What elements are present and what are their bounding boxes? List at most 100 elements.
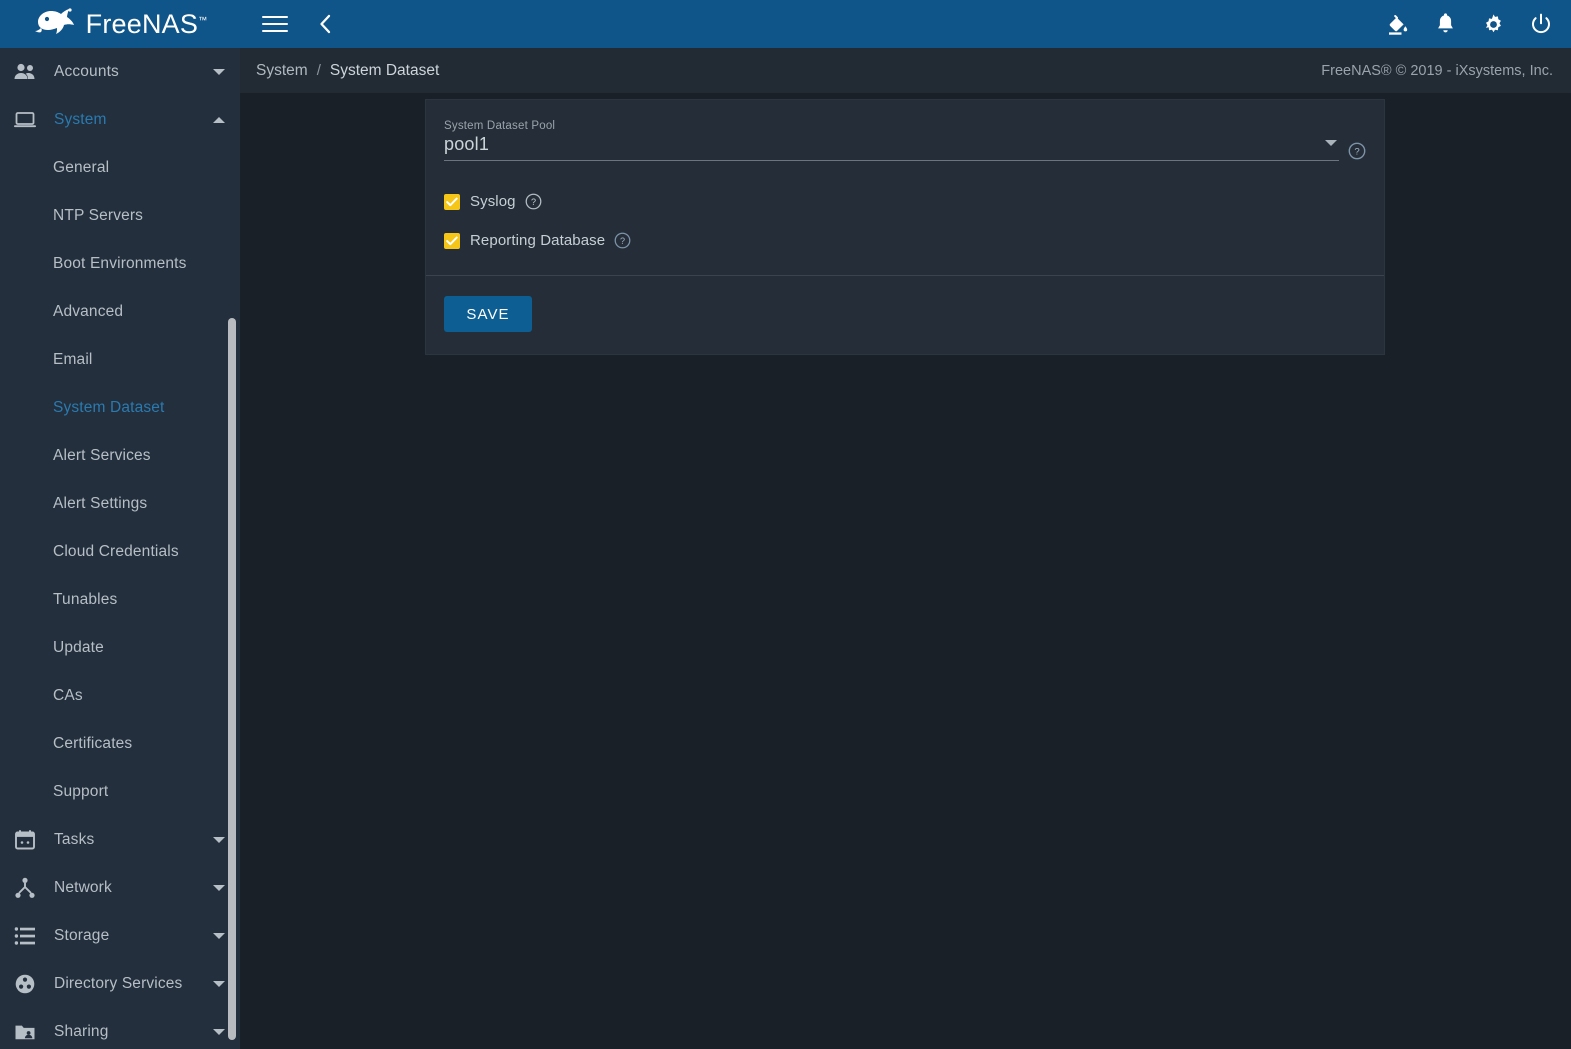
sidebar-group-sharing[interactable]: Sharing — [0, 1008, 240, 1049]
sidebar-logo-bar: FreeNAS™ — [0, 0, 240, 48]
tasks-calendar-icon — [12, 828, 38, 852]
sidebar-item-label: Certificates — [53, 735, 133, 752]
power-icon[interactable] — [1529, 12, 1553, 36]
form-fields: System Dataset Pool pool1 ? Syslog ? Rep… — [426, 100, 1384, 275]
syslog-checkbox-row: Syslog ? — [444, 193, 1366, 210]
sidebar-item-cloud-credentials[interactable]: Cloud Credentials — [0, 528, 240, 576]
reporting-database-checkbox-label: Reporting Database — [470, 232, 606, 249]
top-toolbar — [240, 0, 1571, 48]
svg-text:?: ? — [531, 197, 536, 207]
sidebar-item-tunables[interactable]: Tunables — [0, 576, 240, 624]
brand-name: FreeNAS™ — [85, 8, 208, 39]
help-circle-icon[interactable]: ? — [525, 193, 542, 210]
sidebar-item-ntp-servers[interactable]: NTP Servers — [0, 192, 240, 240]
sidebar-item-label: System Dataset — [53, 399, 165, 416]
sidebar-item-system-dataset[interactable]: System Dataset — [0, 384, 240, 432]
save-button[interactable]: SAVE — [444, 296, 532, 332]
sidebar-item-alert-services[interactable]: Alert Services — [0, 432, 240, 480]
sidebar-group-label: System — [54, 111, 107, 128]
theme-paint-icon[interactable] — [1385, 12, 1409, 36]
pool-field-label: System Dataset Pool — [444, 120, 556, 132]
sidebar-scrollbar[interactable] — [228, 318, 236, 1040]
sidebar-nav: Accounts System General NTP Servers Boot… — [0, 48, 240, 1049]
sidebar-group-label: Storage — [54, 927, 110, 944]
breadcrumb-bar: System / System Dataset FreeNAS® © 2019 … — [240, 48, 1571, 94]
sidebar-group-label: Directory Services — [54, 975, 183, 992]
breadcrumb-separator: / — [316, 62, 321, 79]
sidebar-item-label: Alert Services — [53, 447, 151, 464]
svg-text:?: ? — [620, 236, 625, 246]
svg-text:?: ? — [1354, 147, 1359, 158]
sidebar-group-system[interactable]: System — [0, 96, 240, 144]
chevron-up-icon[interactable] — [212, 113, 226, 127]
reporting-database-checkbox-row: Reporting Database ? — [444, 232, 1366, 249]
storage-list-icon — [12, 924, 38, 948]
sidebar-group-label: Accounts — [54, 63, 119, 80]
freenas-app-window: FreeNAS™ Accounts System General NTP Ser… — [0, 0, 1571, 1049]
notifications-bell-icon[interactable] — [1433, 12, 1457, 36]
main-area: System / System Dataset FreeNAS® © 2019 … — [240, 0, 1571, 1049]
sidebar-item-certificates[interactable]: Certificates — [0, 720, 240, 768]
brand-logo[interactable]: FreeNAS™ — [33, 6, 208, 43]
help-circle-icon[interactable]: ? — [614, 232, 631, 249]
freenas-fish-logo — [33, 6, 79, 43]
sidebar-item-general[interactable]: General — [0, 144, 240, 192]
pool-select-value: pool1 — [444, 134, 490, 154]
sidebar-group-storage[interactable]: Storage — [0, 912, 240, 960]
sidebar-item-label: General — [53, 159, 110, 176]
chevron-down-icon[interactable] — [212, 929, 226, 943]
sidebar-item-support[interactable]: Support — [0, 768, 240, 816]
sidebar-item-advanced[interactable]: Advanced — [0, 288, 240, 336]
directory-services-disc-icon — [12, 972, 38, 996]
sidebar-group-tasks[interactable]: Tasks — [0, 816, 240, 864]
copyright-text: FreeNAS® © 2019 - iXsystems, Inc. — [1321, 62, 1553, 79]
sharing-folder-icon — [12, 1020, 38, 1044]
sidebar-item-label: Email — [53, 351, 93, 368]
chevron-down-icon[interactable] — [212, 977, 226, 991]
accounts-people-icon — [12, 60, 38, 84]
chevron-left-icon[interactable] — [314, 13, 336, 35]
sidebar-group-label: Network — [54, 879, 112, 896]
sidebar-item-label: CAs — [53, 687, 83, 704]
chevron-down-icon[interactable] — [212, 65, 226, 79]
system-laptop-icon — [12, 108, 38, 132]
sidebar-group-label: Sharing — [54, 1023, 109, 1040]
sidebar-item-label: Advanced — [53, 303, 124, 320]
hamburger-menu-icon[interactable] — [262, 11, 288, 37]
sidebar-item-email[interactable]: Email — [0, 336, 240, 384]
reporting-database-checkbox[interactable] — [444, 232, 460, 249]
sidebar-item-label: NTP Servers — [53, 207, 144, 224]
sidebar-item-cas[interactable]: CAs — [0, 672, 240, 720]
chevron-down-icon[interactable] — [212, 881, 226, 895]
chevron-down-icon[interactable] — [212, 833, 226, 847]
sidebar-item-label: Boot Environments — [53, 255, 187, 272]
sidebar-item-label: Support — [53, 783, 109, 800]
top-toolbar-icons — [1385, 12, 1553, 36]
pool-select[interactable]: pool1 — [444, 134, 1339, 161]
sidebar-group-network[interactable]: Network — [0, 864, 240, 912]
settings-gear-icon[interactable] — [1481, 12, 1505, 36]
network-share-icon — [12, 876, 38, 900]
syslog-checkbox-label: Syslog — [470, 193, 516, 210]
sidebar-group-label: Tasks — [54, 831, 95, 848]
page-content: System Dataset Pool pool1 ? Syslog ? Rep… — [240, 94, 1571, 1049]
help-circle-icon[interactable]: ? — [1348, 142, 1366, 160]
sidebar-item-label: Update — [53, 639, 104, 656]
sidebar-item-label: Tunables — [53, 591, 118, 608]
sidebar-item-boot-environments[interactable]: Boot Environments — [0, 240, 240, 288]
breadcrumb-current: System Dataset — [329, 61, 440, 79]
chevron-down-icon[interactable] — [212, 1025, 226, 1039]
sidebar-item-alert-settings[interactable]: Alert Settings — [0, 480, 240, 528]
sidebar-item-update[interactable]: Update — [0, 624, 240, 672]
sidebar-group-directory-services[interactable]: Directory Services — [0, 960, 240, 1008]
sidebar-item-label: Alert Settings — [53, 495, 148, 512]
system-dataset-pool-field: System Dataset Pool pool1 ? — [444, 118, 1366, 161]
breadcrumb-parent[interactable]: System — [256, 62, 308, 80]
sidebar-group-accounts[interactable]: Accounts — [0, 48, 240, 96]
dropdown-arrow-icon[interactable] — [1325, 140, 1337, 146]
sidebar: FreeNAS™ Accounts System General NTP Ser… — [0, 0, 240, 1049]
sidebar-item-label: Cloud Credentials — [53, 543, 179, 560]
system-dataset-form-card: System Dataset Pool pool1 ? Syslog ? Rep… — [425, 99, 1385, 355]
form-actions: SAVE — [426, 276, 1384, 354]
syslog-checkbox[interactable] — [444, 193, 460, 210]
